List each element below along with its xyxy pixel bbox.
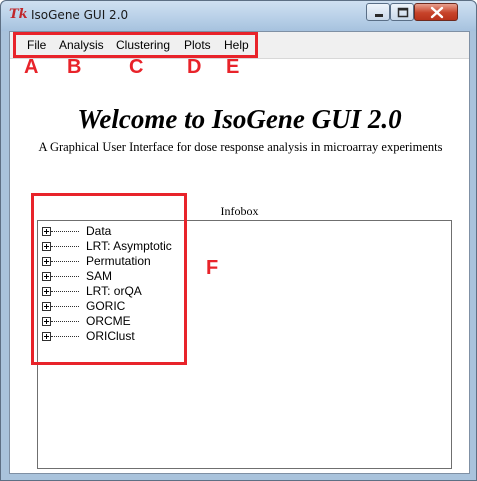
close-icon [430, 6, 444, 19]
window-title: IsoGene GUI 2.0 [31, 8, 129, 22]
annotation-letter-b: B [67, 56, 82, 78]
title-bar[interactable]: Tk IsoGene GUI 2.0 [1, 1, 476, 31]
welcome-title: Welcome to IsoGene GUI 2.0 [77, 104, 402, 134]
annotation-letter-a: A [24, 56, 39, 78]
annotation-box-tree [31, 193, 187, 365]
minimize-icon [375, 14, 383, 17]
annotation-letter-d: D [187, 56, 202, 78]
tk-logo-icon: Tk [9, 7, 28, 22]
minimize-button[interactable] [366, 3, 390, 21]
maximize-icon [397, 7, 409, 18]
annotation-letter-c: C [129, 56, 144, 78]
welcome-subtitle: A Graphical User Interface for dose resp… [38, 140, 443, 154]
annotation-box-menubar [13, 32, 258, 58]
close-button[interactable] [414, 3, 458, 21]
maximize-button[interactable] [390, 3, 414, 21]
annotation-letter-f: F [206, 257, 219, 279]
annotation-letter-e: E [226, 56, 240, 78]
